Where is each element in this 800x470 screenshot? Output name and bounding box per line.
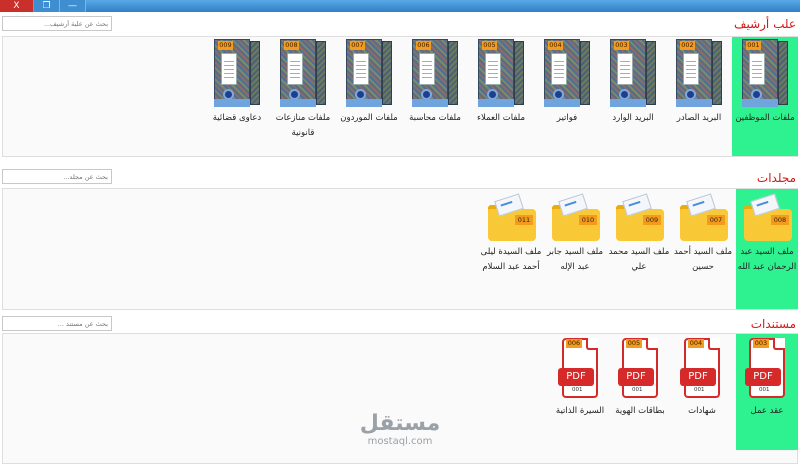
binder-icon: 006 [412, 39, 458, 107]
pdf-icon: PDF 005 001 [618, 338, 662, 398]
pdf-icon: PDF 006 001 [558, 338, 602, 398]
document-code: 005 [626, 339, 642, 348]
folder-icon: 011 [488, 193, 536, 241]
pdf-badge: PDF [745, 368, 781, 386]
archive-box-code: 009 [218, 41, 233, 50]
folders-search-input[interactable] [2, 169, 112, 184]
minimize-button[interactable]: — [60, 0, 86, 12]
archive-box-007[interactable]: 007 ملفات الموردون [336, 37, 402, 156]
document-subcode: 001 [694, 387, 705, 393]
archive-box-label: ملفات منازعات قانونية [275, 113, 331, 138]
pdf-badge: PDF [680, 368, 716, 386]
folder-code: 011 [515, 215, 533, 225]
document-label: السيرة الذاتية [555, 406, 605, 416]
archive-panel: 001 ملفات الموظفين 002 البريد الصادر 003… [2, 36, 798, 157]
binder-icon: 001 [742, 39, 788, 107]
archive-box-code: 007 [350, 41, 365, 50]
folder-008[interactable]: 008 ملف السيد عبد الرحمان عبد الله [736, 189, 798, 309]
document-label: شهادات [688, 406, 716, 416]
archive-box-label: البريد الصادر [676, 113, 722, 123]
pdf-badge: PDF [618, 368, 654, 386]
folder-icon: 007 [680, 193, 728, 241]
document-code: 006 [566, 339, 582, 348]
window-controls: X ❐ — [0, 0, 86, 12]
archive-box-004[interactable]: 004 فواتير [534, 37, 600, 156]
pdf-icon: PDF 004 001 [680, 338, 724, 398]
watermark-text: مستقل [359, 411, 441, 436]
archive-box-006[interactable]: 006 ملفات محاسبة [402, 37, 468, 156]
binder-icon: 003 [610, 39, 656, 107]
folders-section: مجلدات 008 ملف السيد عبد الرحمان عبد الل… [0, 165, 800, 313]
folder-code: 008 [771, 215, 789, 225]
document-004[interactable]: PDF 004 001 شهادات [671, 334, 733, 450]
close-button[interactable]: X [0, 0, 34, 12]
document-code: 004 [688, 339, 704, 348]
binder-icon: 009 [214, 39, 260, 107]
folder-code: 010 [579, 215, 597, 225]
pdf-badge: PDF [558, 368, 594, 386]
archive-box-008[interactable]: 008 ملفات منازعات قانونية [270, 37, 336, 156]
folder-011[interactable]: 011 ملف السيدة ليلى أحمد عبد السلام [478, 189, 544, 309]
folders-section-title: مجلدات [756, 171, 796, 185]
archive-box-code: 005 [482, 41, 497, 50]
archive-box-005[interactable]: 005 ملفات العملاء [468, 37, 534, 156]
archive-box-code: 002 [680, 41, 695, 50]
archive-section: علب أرشيف 001 ملفات الموظفين 002 البريد … [0, 12, 800, 162]
document-label: بطاقات الهوية [615, 406, 665, 416]
document-subcode: 001 [632, 387, 643, 393]
documents-section-title: مستندات [750, 317, 796, 331]
folders-panel: 008 ملف السيد عبد الرحمان عبد الله 007 م… [2, 188, 798, 310]
archive-section-title: علب أرشيف [734, 17, 796, 31]
binder-icon: 005 [478, 39, 524, 107]
folder-label: ملف السيد أحمد حسين [673, 247, 733, 272]
archive-box-code: 004 [548, 41, 563, 50]
archive-box-label: ملفات محاسبة [409, 113, 461, 123]
archive-box-001[interactable]: 001 ملفات الموظفين [732, 37, 798, 156]
archive-box-label: ملفات العملاء [477, 113, 525, 123]
archive-box-code: 003 [614, 41, 629, 50]
document-subcode: 001 [572, 387, 583, 393]
archive-box-002[interactable]: 002 البريد الصادر [666, 37, 732, 156]
folder-010[interactable]: 010 ملف السيد جابر عبد الإله [544, 189, 606, 309]
binder-icon: 007 [346, 39, 392, 107]
document-subcode: 001 [759, 387, 770, 393]
documents-search-input[interactable] [2, 316, 112, 331]
archive-box-code: 006 [416, 41, 431, 50]
folder-code: 009 [643, 215, 661, 225]
folder-icon: 008 [744, 193, 792, 241]
document-006[interactable]: PDF 006 001 السيرة الذاتية [547, 334, 613, 450]
window-titlebar: X ❐ — [0, 0, 800, 12]
archive-box-003[interactable]: 003 البريد الوارد [600, 37, 666, 156]
archive-box-label: فواتير [556, 113, 578, 123]
archive-box-label: ملفات الموردون [340, 113, 398, 123]
binder-icon: 004 [544, 39, 590, 107]
watermark-domain: mostaql.com [367, 436, 433, 447]
document-005[interactable]: PDF 005 001 بطاقات الهوية [607, 334, 673, 450]
folder-007[interactable]: 007 ملف السيد أحمد حسين [672, 189, 734, 309]
folder-label: ملف السيدة ليلى أحمد عبد السلام [480, 247, 542, 272]
archive-box-label: ملفات الموظفين [735, 113, 795, 123]
folder-icon: 010 [552, 193, 600, 241]
archive-box-code: 008 [284, 41, 299, 50]
document-label: عقد عمل [750, 406, 784, 416]
restore-button[interactable]: ❐ [34, 0, 60, 12]
folder-009[interactable]: 009 ملف السيد محمد علي [608, 189, 670, 309]
archive-box-code: 001 [746, 41, 761, 50]
archive-box-label: دعاوى قضائية [212, 113, 262, 123]
archive-box-label: البريد الوارد [612, 113, 654, 123]
binder-icon: 002 [676, 39, 722, 107]
binder-icon: 008 [280, 39, 326, 107]
folder-label: ملف السيد جابر عبد الإله [546, 247, 604, 272]
folder-label: ملف السيد محمد علي [608, 247, 670, 272]
folder-code: 007 [707, 215, 725, 225]
pdf-icon: PDF 003 001 [745, 338, 789, 398]
archive-search-input[interactable] [2, 16, 112, 31]
folder-label: ملف السيد عبد الرحمان عبد الله [737, 247, 797, 272]
folder-icon: 009 [616, 193, 664, 241]
archive-box-009[interactable]: 009 دعاوى قضائية [204, 37, 270, 156]
document-003[interactable]: PDF 003 001 عقد عمل [736, 334, 798, 450]
document-code: 003 [753, 339, 769, 348]
mostaql-watermark: مستقل mostaql.com [350, 412, 450, 448]
